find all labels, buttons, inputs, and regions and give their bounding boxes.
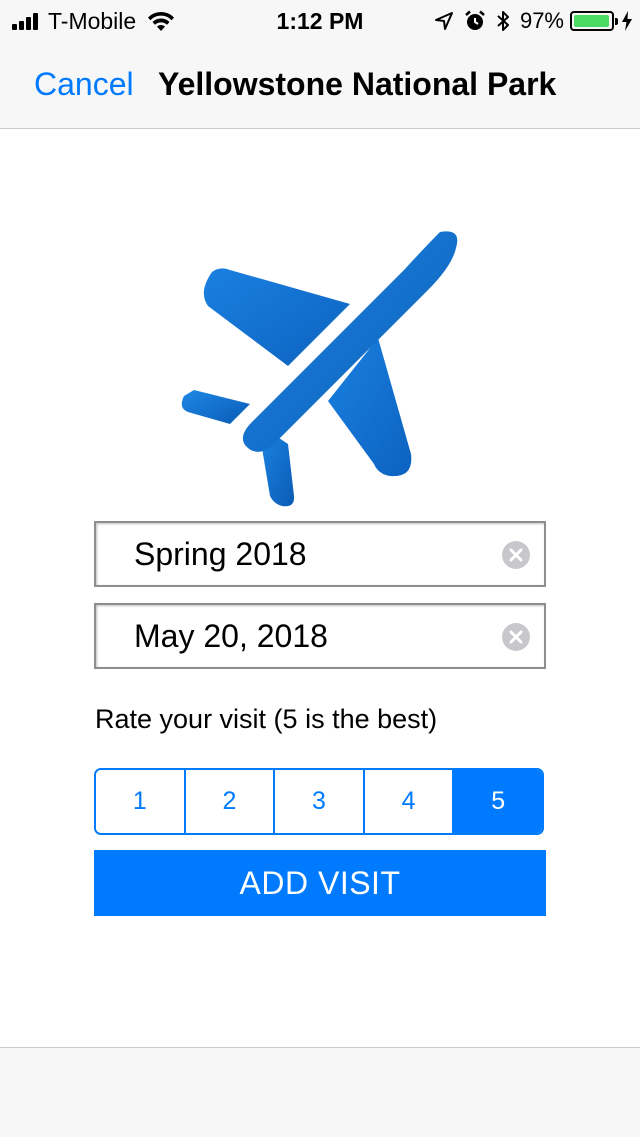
battery-percent: 97% <box>519 8 564 33</box>
rating-segment-3[interactable]: 3 <box>275 770 365 833</box>
date-field <box>94 603 546 669</box>
rating-segmented-control: 1 2 3 4 5 <box>94 768 544 835</box>
alarm-icon <box>465 10 485 30</box>
rating-segment-2[interactable]: 2 <box>185 770 276 833</box>
location-arrow-icon <box>434 12 453 30</box>
date-input[interactable] <box>134 605 494 667</box>
airplane-icon <box>181 231 458 507</box>
rating-segment-1[interactable]: 1 <box>96 770 186 833</box>
plane-tail-upper <box>181 390 250 424</box>
cancel-button[interactable]: Cancel <box>34 66 134 103</box>
bottom-toolbar <box>0 1047 640 1137</box>
status-bar: T-Mobile 1:12 PM 97% <box>0 0 640 40</box>
rating-segment-5[interactable]: 5 <box>454 770 542 833</box>
season-input[interactable] <box>134 523 494 585</box>
clear-icon[interactable] <box>502 541 530 569</box>
rating-segment-4[interactable]: 4 <box>364 770 455 833</box>
page-title: Yellowstone National Park <box>158 66 557 102</box>
navigation-bar: Cancel Yellowstone National Park <box>0 40 640 129</box>
charging-icon <box>622 11 632 31</box>
status-right: 97% <box>424 6 632 36</box>
season-field <box>94 521 546 587</box>
add-visit-button[interactable]: ADD VISIT <box>94 850 546 916</box>
clear-icon[interactable] <box>502 623 530 651</box>
battery-icon <box>570 11 618 31</box>
bluetooth-icon <box>497 11 509 31</box>
rate-label: Rate your visit (5 is the best) <box>95 704 438 734</box>
battery-fill <box>574 15 609 27</box>
